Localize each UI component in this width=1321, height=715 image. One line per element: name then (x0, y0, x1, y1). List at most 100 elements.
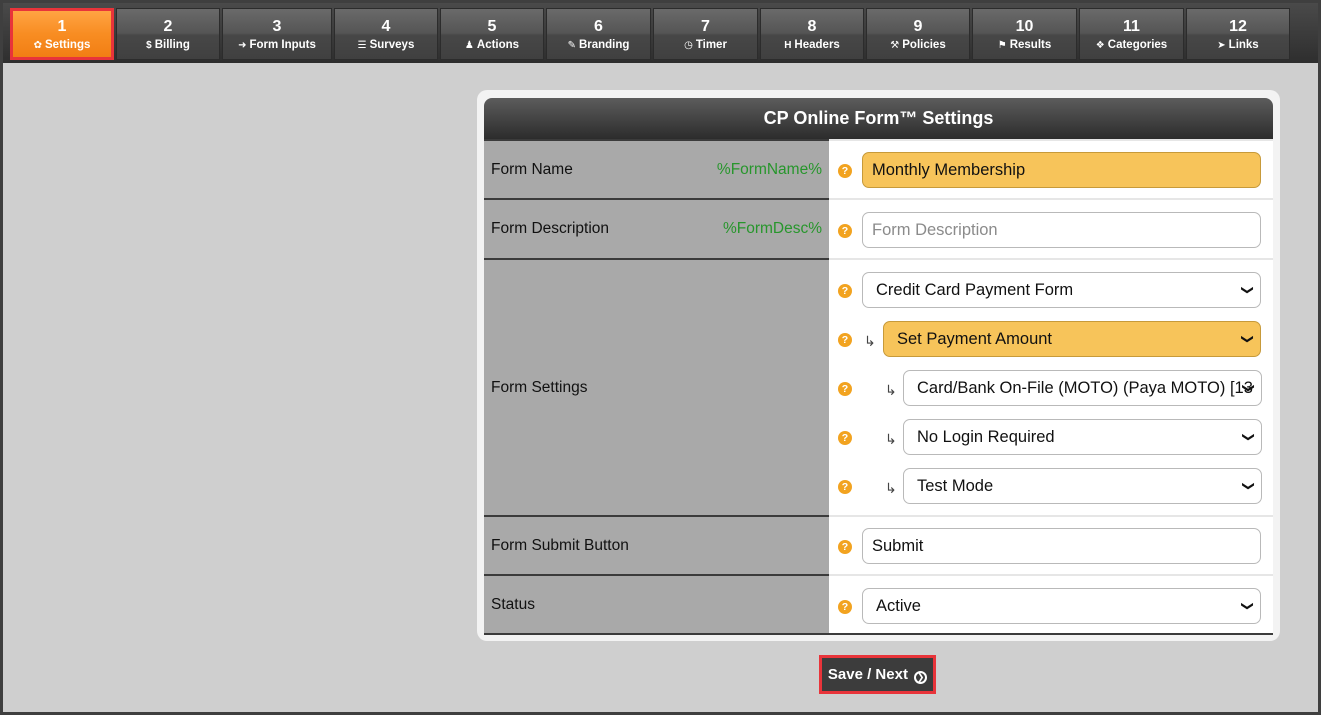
app-frame: 1 ✿ Settings 2 $ Billing 3 ➜ Form Inputs 4 … (0, 0, 1321, 715)
chevron-down-icon: ❯ (1240, 284, 1255, 296)
chevron-down-icon: ❯ (1240, 600, 1255, 612)
tab-label: Branding (578, 39, 630, 51)
tab-number: 7 (701, 18, 710, 35)
form-settings-row: Form Settings ? Credit Card Payment Form… (484, 258, 1273, 515)
arrow-circle-right-icon: ❯ (914, 671, 928, 684)
help-icon[interactable]: ? (838, 480, 852, 494)
gear-icon: ✿ (33, 40, 42, 51)
mode-value: Test Mode (917, 477, 994, 495)
form-description-label: Form Description (491, 220, 609, 237)
card-bottom-border (484, 633, 1273, 635)
form-name-value-cell: ? Monthly Membership (829, 139, 1273, 198)
tab-actions[interactable]: 5 ♟ Actions (440, 8, 544, 60)
save-next-label: Save / Next (827, 666, 908, 683)
tab-links[interactable]: 12 ➤ Links (1186, 8, 1290, 60)
gateway-select[interactable]: Card/Bank On-File (MOTO) (Paya MOTO) [13… (903, 370, 1262, 406)
status-value-cell: ? Active ❯ (829, 574, 1273, 633)
submit-button-row: Form Submit Button ? Submit (484, 515, 1273, 574)
form-description-row: Form Description %FormDesc% ? Form Descr… (484, 198, 1273, 258)
help-icon[interactable]: ? (838, 431, 852, 445)
status-label: Status (491, 595, 535, 613)
help-icon[interactable]: ? (838, 164, 852, 178)
sub-level-arrow-icon: ↳ (885, 431, 897, 447)
tab-categories[interactable]: 11 ❖ Categories (1079, 8, 1184, 60)
sub-level-arrow-icon: ↳ (864, 333, 876, 349)
status-label-cell: Status (484, 574, 829, 633)
cubes-icon: ❖ (1095, 40, 1105, 51)
status-select[interactable]: Active ❯ (862, 588, 1261, 624)
tab-results[interactable]: 10 ⚑ Results (972, 8, 1077, 60)
submit-button-label-cell: Form Submit Button (484, 515, 829, 574)
card-title: CP Online Form™ Settings (484, 98, 1273, 139)
form-description-value-cell: ? Form Description (829, 198, 1273, 258)
tab-headers[interactable]: 8 H Headers (760, 8, 864, 60)
form-settings-label-cell: Form Settings (484, 258, 829, 515)
tab-form-inputs[interactable]: 3 ➜ Form Inputs (222, 8, 332, 60)
tab-number: 10 (1015, 18, 1034, 35)
list-icon: ☰ (357, 40, 367, 51)
tab-label: Actions (476, 39, 520, 51)
dollar-icon: $ (146, 40, 152, 51)
tab-label: Headers (794, 39, 840, 51)
help-icon[interactable]: ? (838, 333, 852, 347)
tab-label: Settings (45, 39, 91, 51)
status-row: Status ? Active ❯ (484, 574, 1273, 633)
sub-level-arrow-icon: ↳ (885, 382, 897, 398)
form-settings-label: Form Settings (491, 378, 588, 396)
form-type-select[interactable]: Credit Card Payment Form ❯ (862, 272, 1261, 308)
help-icon[interactable]: ? (838, 600, 852, 614)
form-description-token: %FormDesc% (722, 220, 822, 237)
tab-surveys[interactable]: 4 ☰ Surveys (334, 8, 438, 60)
tab-number: 2 (163, 18, 173, 35)
tab-label: Billing (154, 39, 190, 51)
gavel-icon: ⚒ (890, 40, 900, 51)
form-name-label-cell: Form Name %FormName% (484, 139, 829, 198)
help-icon[interactable]: ? (838, 540, 852, 554)
chevron-down-icon: ❯ (1241, 382, 1256, 394)
step-tab-bar: 1 ✿ Settings 2 $ Billing 3 ➜ Form Inputs 4 … (3, 3, 1318, 63)
tab-label: Links (1228, 39, 1259, 51)
save-next-button[interactable]: Save / Next ❯ (819, 655, 936, 694)
help-icon[interactable]: ? (838, 224, 852, 238)
tab-number: 6 (594, 18, 603, 35)
tab-policies[interactable]: 9 ⚒ Policies (866, 8, 970, 60)
sign-in-icon: ➜ (238, 40, 247, 51)
tab-branding[interactable]: 6 ✎ Branding (546, 8, 651, 60)
tab-settings[interactable]: 1 ✿ Settings (10, 8, 114, 60)
header-icon: H (784, 40, 792, 51)
gateway-value: Card/Bank On-File (MOTO) (Paya MOTO) [13 (917, 379, 1253, 397)
tab-number: 1 (57, 18, 67, 35)
submit-button-label: Form Submit Button (491, 536, 629, 554)
flag-icon: ⚑ (997, 40, 1007, 51)
tab-number: 9 (913, 18, 923, 35)
form-name-input[interactable]: Monthly Membership (862, 152, 1261, 188)
tab-label: Timer (695, 39, 727, 51)
form-settings-value-cell: ? Credit Card Payment Form ❯ ? ↳ Set Pay… (829, 258, 1273, 515)
help-icon[interactable]: ? (838, 382, 852, 396)
login-select[interactable]: No Login Required ❯ (903, 419, 1262, 455)
chevron-down-icon: ❯ (1241, 480, 1256, 492)
tab-number: 8 (807, 18, 817, 35)
sub-level-arrow-icon: ↳ (885, 480, 897, 496)
submit-button-value-cell: ? Submit (829, 515, 1273, 574)
pointer-icon: ➤ (1217, 40, 1226, 51)
tab-label: Surveys (369, 39, 415, 51)
submit-button-text-input[interactable]: Submit (862, 528, 1261, 564)
settings-card: CP Online Form™ Settings Form Name %Form… (477, 90, 1280, 641)
tab-billing[interactable]: 2 $ Billing (116, 8, 220, 60)
form-name-label: Form Name (491, 160, 573, 178)
tab-label: Results (1009, 39, 1052, 51)
tab-number: 12 (1229, 18, 1247, 35)
form-name-row: Form Name %FormName% ? Monthly Membershi… (484, 139, 1273, 198)
chevron-down-icon: ❯ (1240, 333, 1255, 345)
tab-timer[interactable]: 7 ◷ Timer (653, 8, 758, 60)
help-icon[interactable]: ? (838, 284, 852, 298)
form-description-input[interactable]: Form Description (862, 212, 1261, 248)
tab-number: 3 (272, 18, 282, 35)
status-value: Active (876, 597, 921, 615)
mode-select[interactable]: Test Mode ❯ (903, 468, 1262, 504)
user-icon: ♟ (464, 40, 474, 51)
tab-label: Form Inputs (249, 39, 316, 51)
payment-amount-select[interactable]: Set Payment Amount ❯ (883, 321, 1261, 357)
payment-amount-value: Set Payment Amount (897, 330, 1053, 348)
